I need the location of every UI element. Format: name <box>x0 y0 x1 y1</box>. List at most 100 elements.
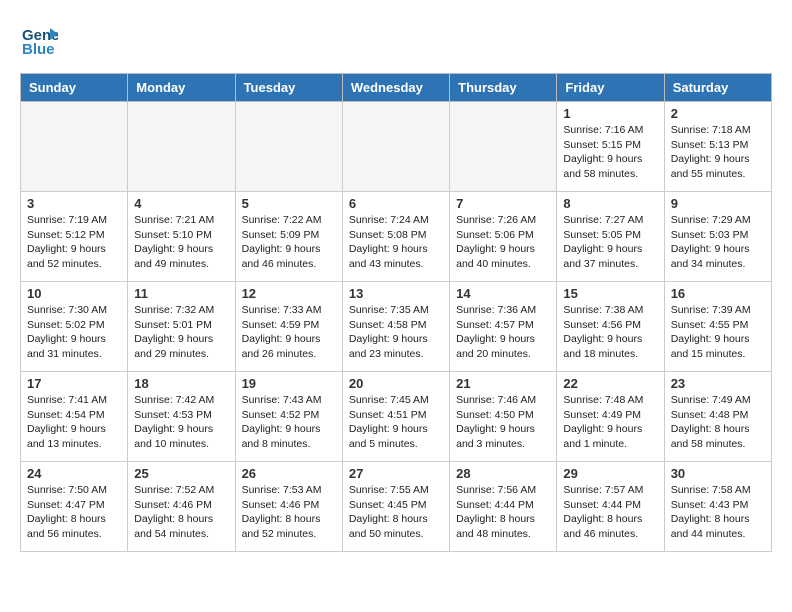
day-number: 20 <box>349 376 443 391</box>
day-info: Sunrise: 7:46 AM Sunset: 4:50 PM Dayligh… <box>456 393 550 452</box>
day-number: 17 <box>27 376 121 391</box>
day-number: 18 <box>134 376 228 391</box>
day-number: 22 <box>563 376 657 391</box>
day-info: Sunrise: 7:19 AM Sunset: 5:12 PM Dayligh… <box>27 213 121 272</box>
weekday-header-wednesday: Wednesday <box>342 74 449 102</box>
calendar-cell: 27Sunrise: 7:55 AM Sunset: 4:45 PM Dayli… <box>342 462 449 552</box>
calendar-cell: 25 Sunrise: 7:52 AM Sunset: 4:46 PM Dayli… <box>128 462 235 552</box>
calendar-cell <box>235 102 342 192</box>
day-number: 13 <box>349 286 443 301</box>
day-info: Sunrise: 7:42 AM Sunset: 4:53 PM Dayligh… <box>134 393 228 452</box>
day-info: Sunrise: 7:32 AM Sunset: 5:01 PM Dayligh… <box>134 303 228 362</box>
calendar-cell: 20 Sunrise: 7:45 AM Sunset: 4:51 PM Dayli… <box>342 372 449 462</box>
day-info: Sunrise: 7:58 AM Sunset: 4:43 PM Dayligh… <box>671 483 765 542</box>
day-number: 14 <box>456 286 550 301</box>
day-info: Sunrise: 7:33 AM Sunset: 4:59 PM Dayligh… <box>242 303 336 362</box>
day-number: 7 <box>456 196 550 211</box>
svg-text:Blue: Blue <box>22 41 55 58</box>
calendar-cell: 14 Sunrise: 7:36 AM Sunset: 4:57 PM Dayli… <box>450 282 557 372</box>
day-number: 12 <box>242 286 336 301</box>
day-info: Sunrise: 7:53 AM Sunset: 4:46 PM Dayligh… <box>242 483 336 542</box>
day-info: Sunrise: 7:45 AM Sunset: 4:51 PM Dayligh… <box>349 393 443 452</box>
calendar-cell: 5Sunrise: 7:22 AM Sunset: 5:09 PM Daylig… <box>235 192 342 282</box>
calendar-cell <box>450 102 557 192</box>
logo: General Blue <box>20 20 62 63</box>
calendar-cell <box>128 102 235 192</box>
day-number: 16 <box>671 286 765 301</box>
calendar-cell: 10 Sunrise: 7:30 AM Sunset: 5:02 PM Dayli… <box>21 282 128 372</box>
logo-icon: General Blue <box>20 20 58 58</box>
calendar-cell: 21 Sunrise: 7:46 AM Sunset: 4:50 PM Dayli… <box>450 372 557 462</box>
weekday-header-thursday: Thursday <box>450 74 557 102</box>
day-number: 23 <box>671 376 765 391</box>
weekday-header-sunday: Sunday <box>21 74 128 102</box>
calendar-cell: 17Sunrise: 7:41 AM Sunset: 4:54 PM Dayli… <box>21 372 128 462</box>
day-number: 4 <box>134 196 228 211</box>
day-info: Sunrise: 7:57 AM Sunset: 4:44 PM Dayligh… <box>563 483 657 542</box>
weekday-header-saturday: Saturday <box>664 74 771 102</box>
calendar-cell: 9 Sunrise: 7:29 AM Sunset: 5:03 PM Daylig… <box>664 192 771 282</box>
calendar-cell: 22Sunrise: 7:48 AM Sunset: 4:49 PM Dayli… <box>557 372 664 462</box>
weekday-header-friday: Friday <box>557 74 664 102</box>
day-number: 25 <box>134 466 228 481</box>
calendar-cell: 29 Sunrise: 7:57 AM Sunset: 4:44 PM Dayli… <box>557 462 664 552</box>
day-number: 26 <box>242 466 336 481</box>
day-number: 21 <box>456 376 550 391</box>
day-number: 30 <box>671 466 765 481</box>
calendar-cell: 1Sunrise: 7:16 AM Sunset: 5:15 PM Daylig… <box>557 102 664 192</box>
day-info: Sunrise: 7:36 AM Sunset: 4:57 PM Dayligh… <box>456 303 550 362</box>
calendar-cell: 13 Sunrise: 7:35 AM Sunset: 4:58 PM Dayli… <box>342 282 449 372</box>
day-number: 11 <box>134 286 228 301</box>
day-info: Sunrise: 7:38 AM Sunset: 4:56 PM Dayligh… <box>563 303 657 362</box>
day-info: Sunrise: 7:52 AM Sunset: 4:46 PM Dayligh… <box>134 483 228 542</box>
calendar-cell: 8Sunrise: 7:27 AM Sunset: 5:05 PM Daylig… <box>557 192 664 282</box>
week-row-2: 3 Sunrise: 7:19 AM Sunset: 5:12 PM Daylig… <box>21 192 772 282</box>
calendar-cell: 15 Sunrise: 7:38 AM Sunset: 4:56 PM Dayli… <box>557 282 664 372</box>
day-number: 15 <box>563 286 657 301</box>
day-number: 27 <box>349 466 443 481</box>
calendar-cell: 16 Sunrise: 7:39 AM Sunset: 4:55 PM Dayli… <box>664 282 771 372</box>
calendar-cell: 19 Sunrise: 7:43 AM Sunset: 4:52 PM Dayli… <box>235 372 342 462</box>
day-number: 24 <box>27 466 121 481</box>
week-row-4: 17Sunrise: 7:41 AM Sunset: 4:54 PM Dayli… <box>21 372 772 462</box>
calendar-cell <box>21 102 128 192</box>
day-info: Sunrise: 7:16 AM Sunset: 5:15 PM Dayligh… <box>563 123 657 182</box>
day-number: 10 <box>27 286 121 301</box>
calendar-cell: 30 Sunrise: 7:58 AM Sunset: 4:43 PM Dayli… <box>664 462 771 552</box>
calendar-cell: 7 Sunrise: 7:26 AM Sunset: 5:06 PM Daylig… <box>450 192 557 282</box>
calendar-cell: 2 Sunrise: 7:18 AM Sunset: 5:13 PM Daylig… <box>664 102 771 192</box>
calendar-cell: 23 Sunrise: 7:49 AM Sunset: 4:48 PM Dayli… <box>664 372 771 462</box>
day-info: Sunrise: 7:21 AM Sunset: 5:10 PM Dayligh… <box>134 213 228 272</box>
day-number: 6 <box>349 196 443 211</box>
calendar-cell <box>342 102 449 192</box>
day-number: 29 <box>563 466 657 481</box>
weekday-header-monday: Monday <box>128 74 235 102</box>
weekday-header-tuesday: Tuesday <box>235 74 342 102</box>
calendar-cell: 28 Sunrise: 7:56 AM Sunset: 4:44 PM Dayli… <box>450 462 557 552</box>
day-info: Sunrise: 7:56 AM Sunset: 4:44 PM Dayligh… <box>456 483 550 542</box>
day-number: 28 <box>456 466 550 481</box>
calendar-cell: 3 Sunrise: 7:19 AM Sunset: 5:12 PM Daylig… <box>21 192 128 282</box>
day-info: Sunrise: 7:30 AM Sunset: 5:02 PM Dayligh… <box>27 303 121 362</box>
day-info: Sunrise: 7:18 AM Sunset: 5:13 PM Dayligh… <box>671 123 765 182</box>
day-info: Sunrise: 7:24 AM Sunset: 5:08 PM Dayligh… <box>349 213 443 272</box>
calendar-cell: 18 Sunrise: 7:42 AM Sunset: 4:53 PM Dayli… <box>128 372 235 462</box>
day-info: Sunrise: 7:26 AM Sunset: 5:06 PM Dayligh… <box>456 213 550 272</box>
day-number: 9 <box>671 196 765 211</box>
day-info: Sunrise: 7:39 AM Sunset: 4:55 PM Dayligh… <box>671 303 765 362</box>
day-number: 19 <box>242 376 336 391</box>
calendar-cell: 24Sunrise: 7:50 AM Sunset: 4:47 PM Dayli… <box>21 462 128 552</box>
calendar-cell: 4 Sunrise: 7:21 AM Sunset: 5:10 PM Daylig… <box>128 192 235 282</box>
day-number: 8 <box>563 196 657 211</box>
calendar-cell: 26 Sunrise: 7:53 AM Sunset: 4:46 PM Dayli… <box>235 462 342 552</box>
day-number: 2 <box>671 106 765 121</box>
week-row-1: 1Sunrise: 7:16 AM Sunset: 5:15 PM Daylig… <box>21 102 772 192</box>
day-info: Sunrise: 7:43 AM Sunset: 4:52 PM Dayligh… <box>242 393 336 452</box>
day-info: Sunrise: 7:49 AM Sunset: 4:48 PM Dayligh… <box>671 393 765 452</box>
week-row-3: 10 Sunrise: 7:30 AM Sunset: 5:02 PM Dayli… <box>21 282 772 372</box>
day-number: 3 <box>27 196 121 211</box>
day-info: Sunrise: 7:29 AM Sunset: 5:03 PM Dayligh… <box>671 213 765 272</box>
day-info: Sunrise: 7:35 AM Sunset: 4:58 PM Dayligh… <box>349 303 443 362</box>
weekday-header-row: SundayMondayTuesdayWednesdayThursdayFrid… <box>21 74 772 102</box>
week-row-5: 24Sunrise: 7:50 AM Sunset: 4:47 PM Dayli… <box>21 462 772 552</box>
